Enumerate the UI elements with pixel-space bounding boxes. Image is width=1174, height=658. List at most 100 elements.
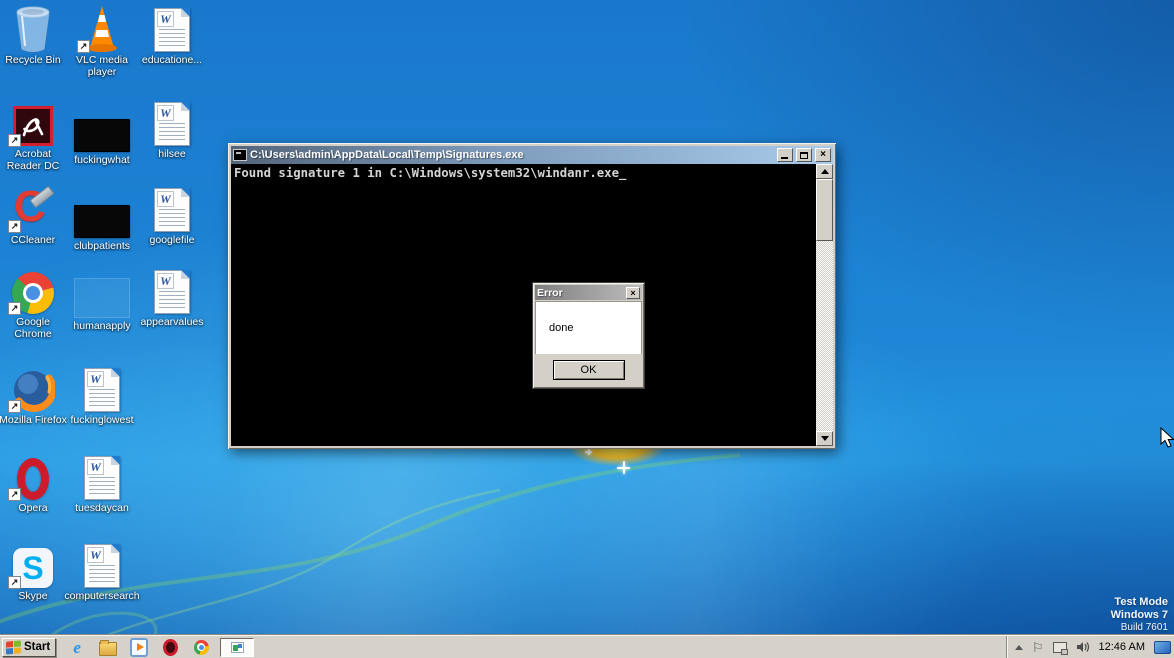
desktop-icon-recycle-bin[interactable]: Recycle Bin <box>0 4 66 66</box>
shortcut-arrow-icon: ↗ <box>8 576 21 589</box>
desktop-icon-label: educatione... <box>141 54 203 66</box>
error-dialog-title-bar[interactable]: Error × <box>535 285 642 300</box>
desktop-icon-fuckinglowest[interactable]: W fuckinglowest <box>69 364 135 426</box>
start-button[interactable]: Start <box>2 637 57 657</box>
action-center-flag-icon[interactable]: ⚐ <box>1032 641 1044 654</box>
hidden-icons-arrow-icon[interactable] <box>1014 644 1023 650</box>
desktop-icon-appearvalues[interactable]: W appearvalues <box>139 266 205 328</box>
shortcut-arrow-icon: ↗ <box>8 302 21 315</box>
desktop-icon-label: humanapply <box>73 320 131 332</box>
word-document-icon: W <box>154 270 190 314</box>
desktop-icon-label: Mozilla Firefox <box>0 414 67 426</box>
video-thumbnail <box>74 119 130 152</box>
desktop-icon-humanapply[interactable]: humanapply <box>69 270 135 332</box>
system-tray: ⚐ 12:46 AM <box>1005 636 1172 658</box>
desktop-icon-educatione[interactable]: W educatione... <box>139 4 205 66</box>
volume-icon[interactable] <box>1076 641 1090 653</box>
desktop-icon-label: Google Chrome <box>14 316 52 340</box>
scroll-up-icon <box>820 169 829 174</box>
scrollbar-thumb[interactable] <box>816 179 833 241</box>
watermark-line: Windows 7 <box>1110 609 1168 621</box>
desktop-icon-label: Skype <box>18 590 48 602</box>
desktop-icon-label: Recycle Bin <box>5 54 61 66</box>
desktop-icon-hilsee[interactable]: W hilsee <box>139 98 205 160</box>
maximize-icon <box>800 151 808 159</box>
console-output-line: Found signature 1 in C:\Windows\system32… <box>234 166 627 180</box>
shortcut-arrow-icon: ↗ <box>77 40 90 53</box>
media-player-icon[interactable] <box>130 637 149 657</box>
opera-icon <box>17 458 49 500</box>
desktop-icon-opera[interactable]: ↗ Opera <box>0 452 66 514</box>
recycle-bin-icon <box>16 6 50 52</box>
console-title-bar[interactable]: C:\Users\admin\AppData\Local\Temp\Signat… <box>231 146 833 164</box>
internet-explorer-icon[interactable]: e <box>68 638 86 656</box>
quick-launch-bar: e <box>68 637 210 657</box>
shortcut-arrow-icon: ↗ <box>8 134 21 147</box>
word-document-icon: W <box>84 368 120 412</box>
desktop-icon-clubpatients[interactable]: clubpatients <box>69 190 135 252</box>
minimize-button[interactable] <box>777 148 793 162</box>
desktop-icon-fuckingwhat[interactable]: fuckingwhat <box>69 104 135 166</box>
word-document-icon: W <box>84 456 120 500</box>
error-dialog-message: done <box>535 301 642 354</box>
desktop-icon-label: clubpatients <box>73 240 131 252</box>
error-dialog-title: Error <box>537 286 563 299</box>
error-dialog-close-button[interactable]: × <box>626 286 640 299</box>
console-window-title: C:\Users\admin\AppData\Local\Temp\Signat… <box>250 149 524 161</box>
close-icon: × <box>630 287 636 298</box>
chrome-quick-launch-icon[interactable] <box>192 638 210 656</box>
watermark-line: Test Mode <box>1114 596 1168 608</box>
maximize-button[interactable] <box>796 148 812 162</box>
desktop-icon-tuesdaycan[interactable]: W tuesdaycan <box>69 452 135 514</box>
close-icon: × <box>820 149 826 160</box>
wallpaper-sparkle <box>585 448 592 455</box>
desktop-icon-ccleaner[interactable]: C ↗ CCleaner <box>0 184 66 246</box>
word-document-icon: W <box>154 102 190 146</box>
taskbar-task-button[interactable] <box>220 637 255 657</box>
scroll-up-button[interactable] <box>816 164 833 179</box>
clock[interactable]: 12:46 AM <box>1099 641 1145 653</box>
windows-explorer-icon[interactable] <box>99 638 118 656</box>
desktop-icon-google-chrome[interactable]: ↗ Google Chrome <box>0 266 66 340</box>
ghost-thumbnail <box>74 278 130 318</box>
word-document-icon: W <box>84 544 120 588</box>
word-document-icon: W <box>154 8 190 52</box>
console-scrollbar[interactable] <box>816 164 833 446</box>
mouse-cursor <box>1160 427 1174 448</box>
close-button[interactable]: × <box>815 148 831 162</box>
network-icon[interactable] <box>1052 641 1068 655</box>
desktop-icon-label: CCleaner <box>10 234 56 246</box>
shortcut-arrow-icon: ↗ <box>8 488 21 501</box>
desktop-icon-computersearch[interactable]: W computersearch <box>64 540 140 602</box>
desktop-icon-label: fuckingwhat <box>74 154 130 166</box>
desktop-icon-acrobat[interactable]: ↗ Acrobat Reader DC <box>0 98 66 172</box>
desktop-icon-label: Acrobat Reader DC <box>6 148 60 172</box>
desktop-icon-vlc[interactable]: ↗ VLC media player <box>69 4 135 78</box>
error-dialog: Error × done OK <box>532 282 645 389</box>
desktop-icon-label: computersearch <box>64 590 140 602</box>
display-icon[interactable] <box>1154 640 1171 654</box>
scrollbar-track[interactable] <box>816 241 833 431</box>
wallpaper-gold-glow <box>551 447 683 471</box>
desktop-icon-label: VLC media player <box>76 54 128 78</box>
desktop-icon-label: hilsee <box>158 148 186 160</box>
signatures-app-icon <box>230 641 244 653</box>
video-thumbnail <box>74 205 130 238</box>
start-button-label: Start <box>24 641 51 653</box>
windows-logo-icon <box>6 639 21 655</box>
desktop-icon-googlefile[interactable]: W googlefile <box>139 184 205 246</box>
scroll-down-button[interactable] <box>816 431 833 446</box>
console-app-icon <box>233 149 247 161</box>
desktop-icon-label: googlefile <box>149 234 195 246</box>
console-output-area[interactable]: Found signature 1 in C:\Windows\system32… <box>231 164 816 446</box>
desktop-icon-label: fuckinglowest <box>70 414 134 426</box>
desktop-icon-mozilla-firefox[interactable]: ↗ Mozilla Firefox <box>0 364 67 426</box>
ok-button[interactable]: OK <box>552 360 625 380</box>
shortcut-arrow-icon: ↗ <box>8 400 21 413</box>
desktop-icon-label: tuesdaycan <box>75 502 129 514</box>
opera-quick-launch-icon[interactable] <box>161 638 179 656</box>
taskbar: Start e ⚐ 12:46 AM <box>0 635 1174 658</box>
minimize-icon <box>781 157 788 159</box>
word-document-icon: W <box>154 188 190 232</box>
desktop-icon-skype[interactable]: S ↗ Skype <box>0 540 66 602</box>
